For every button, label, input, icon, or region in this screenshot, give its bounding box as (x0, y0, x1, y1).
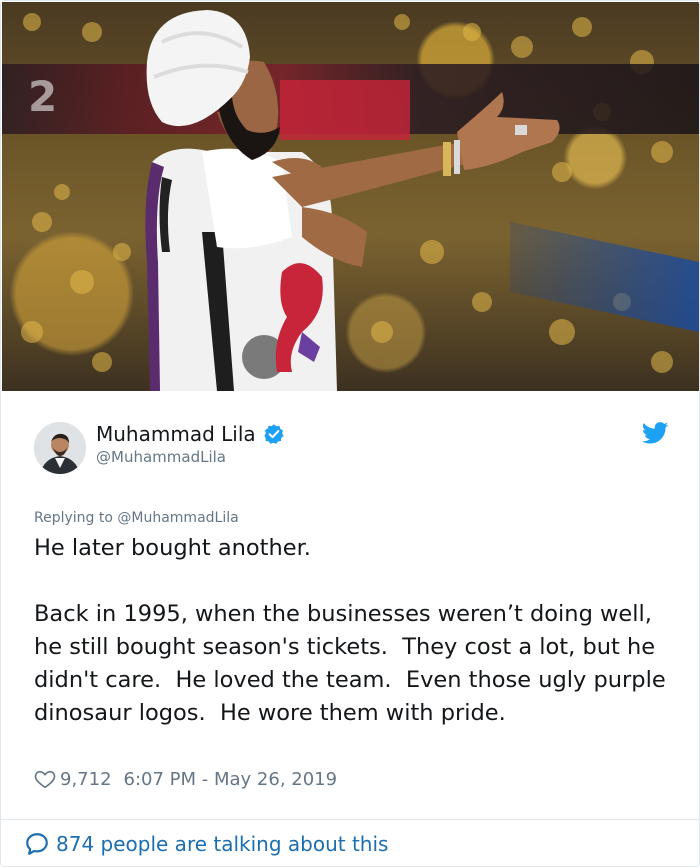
heart-icon[interactable] (34, 768, 56, 790)
author-name-text: Muhammad Lila (96, 422, 256, 446)
replying-prefix: Replying to (34, 510, 113, 526)
tweet-photo[interactable]: 2 (2, 2, 699, 391)
tweet-text: He later bought another. Back in 1995, w… (34, 535, 666, 726)
tweet-timestamp[interactable]: 6:07 PM - May 26, 2019 (124, 769, 338, 790)
fan-figure (145, 10, 560, 391)
divider (1, 819, 699, 820)
replying-to-mention[interactable]: @MuhammadLila (117, 510, 238, 526)
replying-to-line: Replying to @MuhammadLila (34, 510, 239, 526)
verified-badge-icon (264, 424, 284, 444)
conversation-text: 874 people are talking about this (56, 832, 389, 856)
tweet-meta: 9,712 6:07 PM - May 26, 2019 (34, 765, 337, 793)
tweet-card: 2 Muhammad Lila @MuhammadLila Replying t… (0, 0, 700, 867)
conversation-link[interactable]: 874 people are talking about this (24, 830, 388, 858)
author-screen-name[interactable]: @MuhammadLila (96, 448, 226, 466)
avatar[interactable] (34, 422, 86, 474)
speech-bubble-icon (26, 833, 48, 855)
author-display-name[interactable]: Muhammad Lila (96, 422, 285, 446)
avatar-image (34, 422, 86, 474)
like-count[interactable]: 9,712 (60, 769, 112, 790)
twitter-bird-icon[interactable] (642, 422, 669, 444)
